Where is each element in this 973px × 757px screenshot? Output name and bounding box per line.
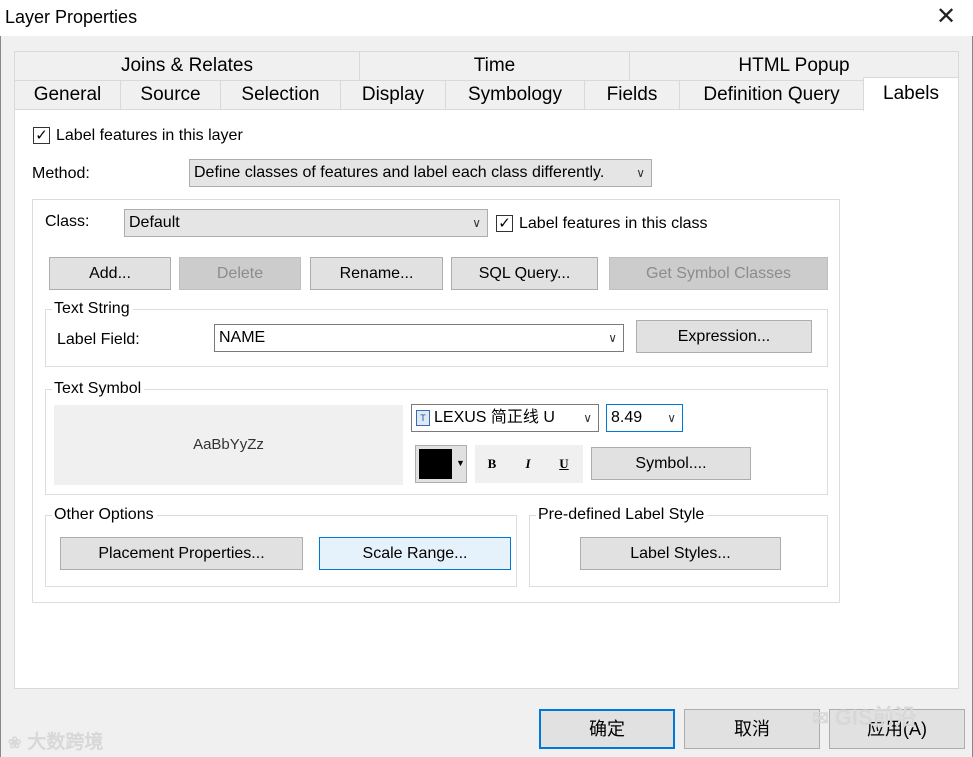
method-value: Define classes of features and label eac… bbox=[194, 164, 605, 181]
underline-button[interactable]: U bbox=[554, 454, 574, 474]
method-select[interactable]: Define classes of features and label eac… bbox=[189, 159, 652, 187]
chevron-down-icon: ▼ bbox=[456, 458, 465, 468]
label-field-select[interactable]: NAME ∨ bbox=[214, 324, 624, 352]
rename-button[interactable]: Rename... bbox=[310, 257, 443, 290]
cancel-button[interactable]: 取消 bbox=[684, 709, 820, 749]
ok-button[interactable]: 确定 bbox=[539, 709, 675, 749]
font-icon: T bbox=[416, 409, 430, 426]
sql-query-button[interactable]: SQL Query... bbox=[451, 257, 598, 290]
get-symbol-classes-button[interactable]: Get Symbol Classes bbox=[609, 257, 828, 290]
predefined-style-title: Pre-defined Label Style bbox=[536, 506, 708, 524]
tab-labels[interactable]: Labels bbox=[863, 77, 959, 111]
chevron-down-icon: ∨ bbox=[636, 166, 645, 180]
expression-button[interactable]: Expression... bbox=[636, 320, 812, 353]
tab-joins-relates[interactable]: Joins & Relates bbox=[14, 51, 360, 81]
label-styles-button[interactable]: Label Styles... bbox=[580, 537, 781, 570]
tab-source[interactable]: Source bbox=[120, 80, 221, 110]
window-title: Layer Properties bbox=[5, 7, 138, 27]
class-value: Default bbox=[129, 214, 180, 231]
chevron-down-icon: ∨ bbox=[608, 331, 617, 345]
label-features-class-checkbox[interactable]: ✓ bbox=[496, 215, 513, 232]
text-string-title: Text String bbox=[52, 300, 133, 318]
add-button[interactable]: Add... bbox=[49, 257, 171, 290]
watermark-left-text: 大数跨境 bbox=[27, 732, 104, 753]
watermark-right: ✉ GIS前沿 bbox=[812, 700, 917, 732]
label-features-layer-label: Label features in this layer bbox=[56, 127, 243, 144]
placement-properties-button[interactable]: Placement Properties... bbox=[60, 537, 303, 570]
text-symbol-title: Text Symbol bbox=[52, 380, 145, 398]
symbol-button[interactable]: Symbol.... bbox=[591, 447, 751, 480]
font-name-value: LEXUS 简正线 U bbox=[434, 409, 555, 426]
text-symbol-preview: AaBbYyZz bbox=[54, 405, 403, 485]
class-select[interactable]: Default ∨ bbox=[124, 209, 488, 237]
tab-symbology[interactable]: Symbology bbox=[445, 80, 585, 110]
label-field-label: Label Field: bbox=[57, 331, 140, 348]
font-name-select[interactable]: T LEXUS 简正线 U ∨ bbox=[411, 404, 599, 432]
tab-definition-query[interactable]: Definition Query bbox=[679, 80, 864, 110]
watermark-left: ❀ 大数跨境 bbox=[8, 727, 103, 754]
tab-time[interactable]: Time bbox=[359, 51, 630, 81]
font-size-value: 8.49 bbox=[611, 409, 643, 426]
close-icon[interactable]: ✕ bbox=[934, 5, 958, 30]
color-picker[interactable]: ▼ bbox=[415, 445, 467, 483]
wechat-icon: ✉ bbox=[812, 708, 829, 730]
chevron-down-icon: ∨ bbox=[583, 411, 592, 425]
watermark-logo-icon: ❀ bbox=[8, 735, 22, 752]
color-swatch bbox=[419, 449, 452, 479]
tab-general[interactable]: General bbox=[14, 80, 121, 110]
chevron-down-icon: ∨ bbox=[472, 216, 481, 230]
delete-button[interactable]: Delete bbox=[179, 257, 301, 290]
bold-button[interactable]: B bbox=[482, 454, 502, 474]
chevron-down-icon: ∨ bbox=[667, 411, 676, 425]
label-field-value: NAME bbox=[219, 329, 266, 346]
scale-range-button[interactable]: Scale Range... bbox=[319, 537, 511, 570]
other-options-title: Other Options bbox=[52, 506, 157, 524]
tab-selection[interactable]: Selection bbox=[220, 80, 341, 110]
italic-button[interactable]: I bbox=[518, 454, 538, 474]
label-features-layer-checkbox[interactable]: ✓ bbox=[33, 127, 50, 144]
label-features-class-label: Label features in this class bbox=[519, 215, 708, 232]
title-bar: Layer Properties ✕ bbox=[0, 0, 973, 36]
watermark-right-text: GIS前沿 bbox=[834, 705, 917, 730]
tab-display[interactable]: Display bbox=[340, 80, 446, 110]
tab-fields[interactable]: Fields bbox=[584, 80, 680, 110]
method-label: Method: bbox=[32, 165, 90, 182]
class-label: Class: bbox=[45, 213, 90, 230]
font-size-select[interactable]: 8.49 ∨ bbox=[606, 404, 683, 432]
